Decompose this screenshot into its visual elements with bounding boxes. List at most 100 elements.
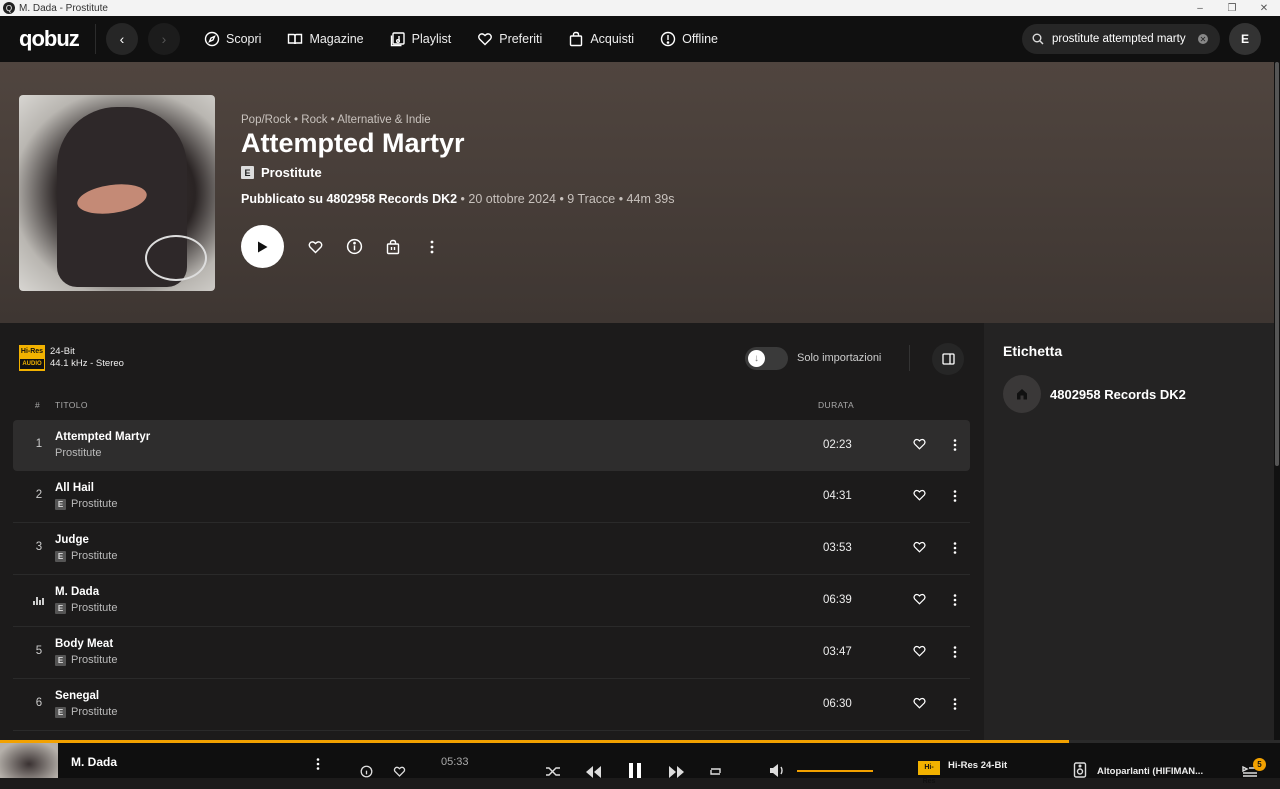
- nav-item-scopri[interactable]: Scopri: [204, 31, 261, 47]
- track-artist-link[interactable]: Prostitute: [55, 447, 101, 459]
- track-artist: E Prostitute: [55, 706, 117, 718]
- track-row[interactable]: 5 Body Meat E Prostitute 03:47: [13, 627, 970, 679]
- record-label-name[interactable]: 4802958 Records DK2: [1050, 387, 1186, 402]
- more-vertical-icon: [953, 542, 957, 554]
- track-row[interactable]: 2 All Hail E Prostitute 04:31: [13, 471, 970, 523]
- track-title[interactable]: All Hail: [55, 482, 94, 494]
- track-more-button[interactable]: [948, 592, 962, 608]
- track-more-button[interactable]: [948, 488, 962, 504]
- favorite-track-button[interactable]: [912, 592, 928, 608]
- nav-item-preferiti[interactable]: Preferiti: [477, 31, 542, 47]
- album-artist-link[interactable]: Prostitute: [261, 165, 322, 180]
- minimize-button[interactable]: –: [1184, 3, 1216, 14]
- explicit-badge: E: [55, 498, 66, 510]
- next-button[interactable]: [667, 764, 685, 778]
- track-title[interactable]: Body Meat: [55, 638, 113, 650]
- track-artist-link[interactable]: Prostitute: [71, 706, 117, 718]
- track-number: 6: [35, 697, 43, 709]
- record-label-card[interactable]: 4802958 Records DK2: [1003, 375, 1186, 413]
- track-artist-link[interactable]: Prostitute: [71, 498, 117, 510]
- now-playing-cover[interactable]: [0, 743, 58, 778]
- scrollbar-thumb[interactable]: [1275, 62, 1279, 466]
- track-title[interactable]: Attempted Martyr: [55, 431, 150, 443]
- qobuz-logo[interactable]: qobuz: [19, 26, 80, 52]
- nav-item-label: Playlist: [411, 32, 452, 46]
- page-scrollbar[interactable]: [1274, 62, 1280, 740]
- info-icon: [346, 238, 362, 255]
- pause-button[interactable]: [626, 762, 644, 778]
- close-window-button[interactable]: ✕: [1248, 3, 1280, 14]
- search-input[interactable]: [1052, 33, 1190, 45]
- favorite-track-button[interactable]: [912, 644, 928, 660]
- volume-slider[interactable]: [797, 770, 873, 772]
- clear-search-icon[interactable]: ✕: [1198, 34, 1208, 44]
- track-number: 1: [35, 438, 43, 450]
- nav-item-magazine[interactable]: Magazine: [287, 31, 364, 47]
- now-playing-more-button[interactable]: [314, 756, 322, 772]
- playback-progress-bar[interactable]: [0, 740, 1280, 743]
- explicit-badge: E: [55, 654, 66, 666]
- maximize-button[interactable]: ❐: [1216, 3, 1248, 14]
- player-hires-badge: Hi-Res: [918, 761, 940, 785]
- previous-button[interactable]: [584, 764, 602, 778]
- window-title: M. Dada - Prostitute: [19, 2, 108, 14]
- forward-button[interactable]: ›: [148, 23, 180, 55]
- album-more-button[interactable]: [422, 237, 442, 257]
- player-quality-text[interactable]: Hi-Res 24-Bit: [948, 760, 1007, 771]
- shuffle-button[interactable]: [545, 764, 561, 778]
- track-artist: E Prostitute: [55, 654, 117, 666]
- output-device-button[interactable]: [1072, 762, 1088, 778]
- favorite-track-button[interactable]: [912, 540, 928, 556]
- album-genres[interactable]: Pop/Rock • Rock • Alternative & Indie: [241, 114, 431, 126]
- track-title[interactable]: Senegal: [55, 690, 99, 702]
- track-row-now-playing[interactable]: M. Dada E Prostitute 06:39: [13, 575, 970, 627]
- album-cover[interactable]: [19, 95, 215, 291]
- search-box[interactable]: ✕: [1022, 24, 1220, 54]
- now-playing-title[interactable]: M. Dada: [71, 755, 117, 769]
- track-artist-link[interactable]: Prostitute: [71, 602, 117, 614]
- track-artist-link[interactable]: Prostitute: [71, 550, 117, 562]
- now-playing-info-button[interactable]: [359, 764, 373, 778]
- favorite-track-button[interactable]: [912, 488, 928, 504]
- track-number: 2: [35, 489, 43, 501]
- favorite-album-button[interactable]: [305, 237, 325, 257]
- buy-album-button[interactable]: [383, 237, 403, 257]
- user-avatar[interactable]: E: [1229, 23, 1261, 55]
- volume-button[interactable]: [769, 762, 787, 778]
- track-more-button[interactable]: [948, 540, 962, 556]
- track-duration: 06:30: [823, 698, 852, 710]
- album-meta: Pubblicato su 4802958 Records DK2 • 20 o…: [241, 192, 675, 206]
- track-more-button[interactable]: [948, 644, 962, 660]
- track-artist-link[interactable]: Prostitute: [71, 654, 117, 666]
- track-more-button[interactable]: [948, 437, 962, 453]
- more-vertical-icon: [430, 240, 434, 253]
- nav-item-acquisti[interactable]: Acquisti: [568, 31, 634, 47]
- track-title[interactable]: M. Dada: [55, 586, 99, 598]
- favorite-track-button[interactable]: [912, 437, 928, 453]
- back-button[interactable]: ‹: [106, 23, 138, 55]
- track-row[interactable]: 6 Senegal E Prostitute 06:30: [13, 679, 970, 731]
- track-row[interactable]: 1 Attempted Martyr Prostitute 02:23: [13, 420, 970, 471]
- audio-quality: 24-Bit 44.1 kHz - Stereo: [50, 346, 124, 370]
- nav-item-playlist[interactable]: Playlist: [390, 31, 452, 47]
- track-artist: E Prostitute: [55, 550, 117, 562]
- repeat-button[interactable]: [707, 764, 723, 778]
- toggle-side-panel-button[interactable]: [932, 343, 964, 375]
- now-playing-favorite-button[interactable]: [392, 764, 406, 778]
- hires-badge-bottom: AUDIO: [20, 359, 44, 369]
- heart-icon: [913, 593, 926, 605]
- track-title[interactable]: Judge: [55, 534, 89, 546]
- nav-item-label: Offline: [682, 32, 718, 46]
- imports-only-toggle[interactable]: ↓: [745, 347, 788, 370]
- nav-item-offline[interactable]: Offline: [660, 31, 718, 47]
- track-row[interactable]: 3 Judge E Prostitute 03:53: [13, 523, 970, 575]
- favorite-track-button[interactable]: [912, 696, 928, 712]
- output-device-name[interactable]: Altoparlanti (HIFIMAN...: [1097, 766, 1203, 777]
- play-album-button[interactable]: [241, 225, 284, 268]
- column-title[interactable]: TITOLO: [55, 400, 88, 410]
- column-duration[interactable]: DURATA: [818, 400, 854, 410]
- album-info-button[interactable]: [344, 237, 364, 257]
- record-label-link[interactable]: 4802958 Records DK2: [326, 192, 457, 206]
- track-more-button[interactable]: [948, 696, 962, 712]
- queue-count-badge: 5: [1253, 758, 1266, 771]
